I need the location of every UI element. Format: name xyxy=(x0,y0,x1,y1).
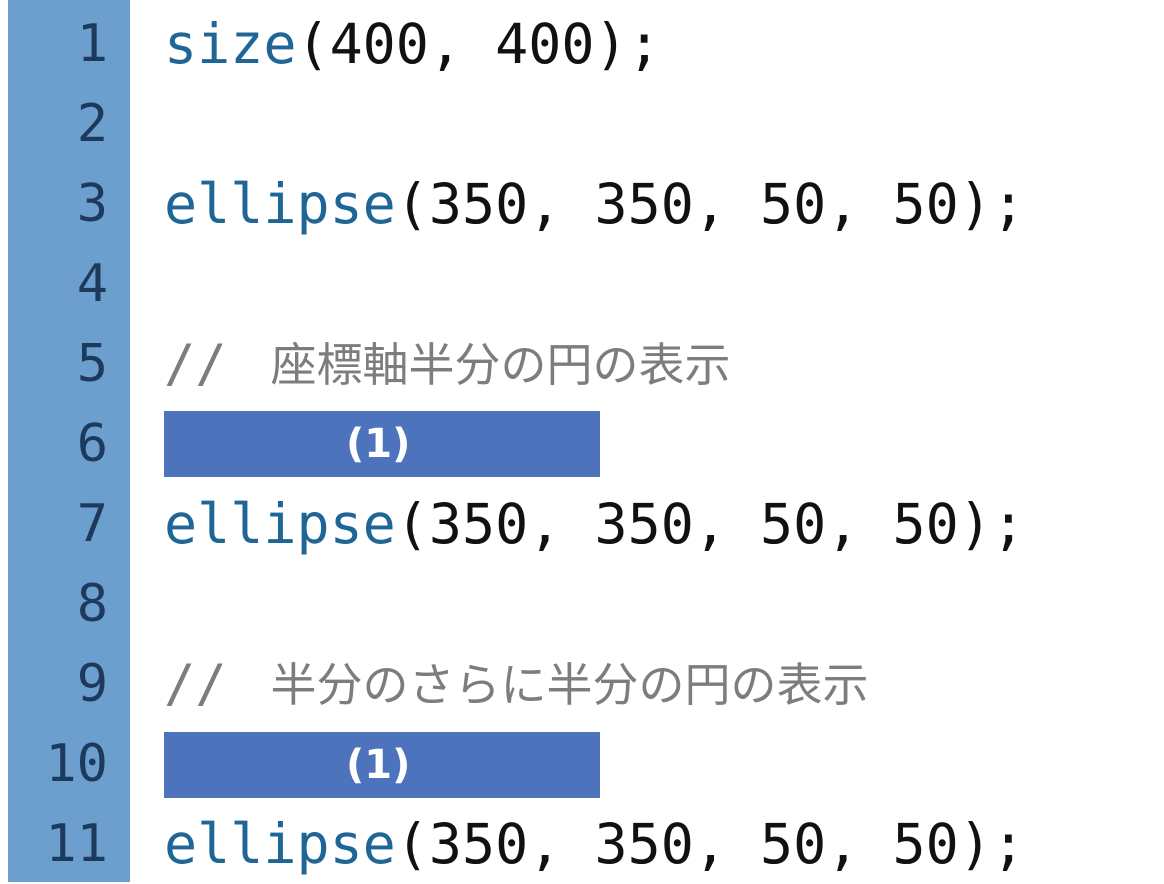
line-number-3: 3 xyxy=(76,174,108,234)
function-args: (400, 400); xyxy=(296,12,661,76)
line-number-4: 4 xyxy=(76,254,108,314)
code-line-3[interactable]: ellipse(350, 350, 50, 50); xyxy=(164,164,1025,244)
code-line-7[interactable]: ellipse(350, 350, 50, 50); xyxy=(164,484,1025,564)
comment-slashes: // xyxy=(164,334,227,394)
code-line-5-comment[interactable]: // 座標軸半分の円の表示 xyxy=(164,324,731,404)
function-name: size xyxy=(164,12,297,76)
fill-in-blank-box[interactable]: (1) xyxy=(164,411,600,477)
fill-in-blank-box[interactable]: (1) xyxy=(164,732,600,798)
line-number-5: 5 xyxy=(76,334,108,394)
line-number-6: 6 xyxy=(76,414,108,474)
line-number-11: 11 xyxy=(45,814,108,874)
code-editor[interactable]: size(400, 400); ellipse(350, 350, 50, 50… xyxy=(160,0,1164,882)
comment-text: 座標軸半分の円の表示 xyxy=(270,338,731,392)
function-name: ellipse xyxy=(164,492,396,556)
line-number-10: 10 xyxy=(45,734,108,794)
code-line-1[interactable]: size(400, 400); xyxy=(164,4,661,84)
function-args: (350, 350, 50, 50); xyxy=(395,172,1025,236)
code-line-9-comment[interactable]: // 半分のさらに半分の円の表示 xyxy=(164,644,869,724)
line-number-7: 7 xyxy=(76,494,108,554)
line-number-gutter: 1 2 3 4 5 6 7 8 9 10 11 xyxy=(8,0,130,882)
function-name: ellipse xyxy=(164,172,396,236)
function-args: (350, 350, 50, 50); xyxy=(395,492,1025,556)
line-number-1: 1 xyxy=(76,14,108,74)
comment-slashes: // xyxy=(164,654,227,714)
line-number-8: 8 xyxy=(76,574,108,634)
comment-text: 半分のさらに半分の円の表示 xyxy=(270,658,869,712)
line-number-2: 2 xyxy=(76,94,108,154)
code-line-11[interactable]: ellipse(350, 350, 50, 50); xyxy=(164,804,1025,884)
line-number-9: 9 xyxy=(76,654,108,714)
function-name: ellipse xyxy=(164,812,396,876)
function-args: (350, 350, 50, 50); xyxy=(395,812,1025,876)
